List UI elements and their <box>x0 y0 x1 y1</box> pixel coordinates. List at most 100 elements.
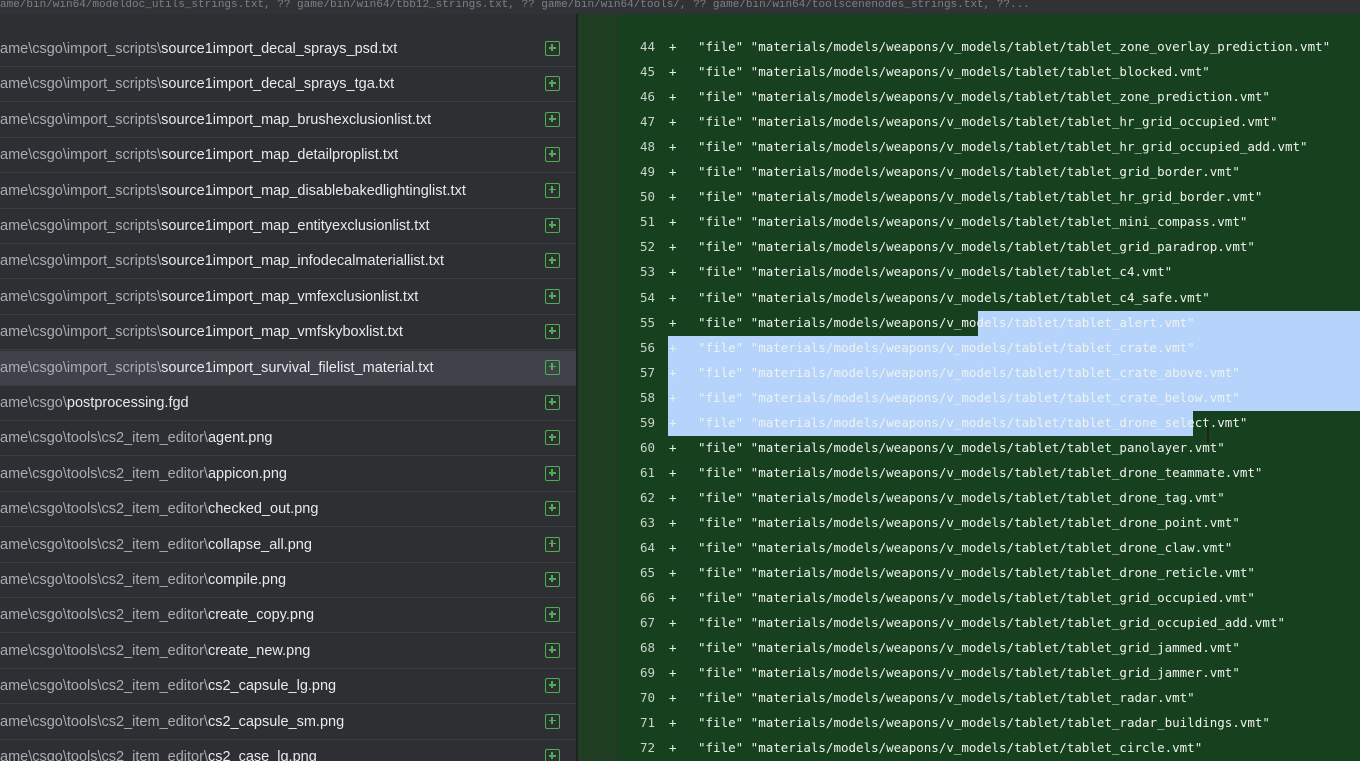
file-name: source1import_decal_sprays_tga.txt <box>161 76 395 93</box>
diff-line[interactable]: 63 + "file" "materials/models/weapons/v_mo… <box>620 510 1360 535</box>
diff-line[interactable]: 71 + "file" "materials/models/weapons/v_mo… <box>620 710 1360 735</box>
file-name: source1import_map_infodecalmateriallist.… <box>161 253 445 270</box>
file-list-item[interactable]: ame\csgo\tools\cs2_item_editor\cs2_case_… <box>0 740 576 761</box>
file-added-icon <box>545 111 560 127</box>
line-number: 46 <box>639 89 655 105</box>
file-list-item[interactable]: ame\csgo\import_scripts\source1import_ma… <box>0 315 576 351</box>
file-list-item[interactable]: ame\csgo\import_scripts\source1import_ma… <box>0 103 576 138</box>
file-directory: ame\csgo\tools\cs2_item_editor\ <box>0 749 208 761</box>
diff-view[interactable]: 44 + "file" "materials/models/weapons/v_mo… <box>620 14 1360 761</box>
file-path: ame\csgo\import_scripts\source1import_su… <box>0 351 520 385</box>
diff-line[interactable]: 52 + "file" "materials/models/weapons/v_mo… <box>620 234 1360 259</box>
diff-line[interactable]: 57 + "file" "materials/models/weapons/v_mo… <box>620 360 1360 385</box>
added-line-marker: + <box>669 540 677 555</box>
diff-line[interactable]: 65 + "file" "materials/models/weapons/v_mo… <box>620 560 1360 585</box>
file-added-icon <box>545 465 560 481</box>
file-list-item[interactable]: ame\csgo\tools\cs2_item_editor\collapse_… <box>0 528 576 563</box>
changed-files-list[interactable]: ame\csgo\import_scripts\ source1import_de… <box>0 14 576 761</box>
line-code: "file" "materials/models/weapons/v_model… <box>698 389 1240 405</box>
file-list-item[interactable]: ame\csgo\import_scripts\source1import_ma… <box>0 138 576 174</box>
line-number: 44 <box>639 39 655 54</box>
line-number: 52 <box>639 239 655 255</box>
file-list-item[interactable]: ame\csgo\import_scripts\source1import_de… <box>0 67 576 103</box>
added-line-marker: + <box>669 740 677 756</box>
diff-line[interactable]: 60 + "file" "materials/models/weapons/v_mo… <box>620 435 1360 460</box>
added-line-marker: + <box>669 339 677 355</box>
diff-line[interactable]: 64 + "file" "materials/models/weapons/v_mo… <box>620 535 1360 560</box>
line-number: 62 <box>639 489 655 505</box>
file-path: ame\csgo\tools\cs2_item_editor\collapse_… <box>0 528 520 562</box>
file-name: source1import_survival_filelist_material… <box>161 359 434 376</box>
file-list-item[interactable]: ame\csgo\tools\cs2_item_editor\appicon.p… <box>0 457 576 492</box>
added-line-marker: + <box>669 39 677 54</box>
file-list-item[interactable]: ame\csgo\postprocessing.fgd <box>0 386 576 421</box>
added-line-marker: + <box>669 615 677 631</box>
file-list-item[interactable]: ame\csgo\tools\cs2_item_editor\agent.png <box>0 421 576 457</box>
added-line-marker: + <box>669 690 677 706</box>
diff-line[interactable]: 46 + "file" "materials/models/weapons/v_mo… <box>620 84 1360 109</box>
line-code: "file" "materials/models/weapons/v_model… <box>698 464 1263 480</box>
diff-line[interactable]: 47 + "file" "materials/models/weapons/v_mo… <box>620 109 1360 134</box>
file-directory: ame\csgo\tools\cs2_item_editor\ <box>0 536 208 553</box>
file-name: create_new.png <box>207 642 311 659</box>
file-list-item[interactable]: ame\csgo\tools\cs2_item_editor\cs2_capsu… <box>0 669 576 705</box>
changes-summary-bar: ame/bin/win64/modeldoc_utils_strings.txt… <box>0 0 1360 14</box>
added-line-marker: + <box>669 189 677 205</box>
diff-line[interactable]: 48 + "file" "materials/models/weapons/v_mo… <box>620 134 1360 159</box>
diff-line[interactable]: 44 + "file" "materials/models/weapons/v_mo… <box>620 34 1360 59</box>
file-directory: ame\csgo\tools\cs2_item_editor\ <box>0 501 208 518</box>
line-code: "file" "materials/models/weapons/v_model… <box>698 640 1240 656</box>
file-list-item[interactable]: ame\csgo\tools\cs2_item_editor\checked_o… <box>0 492 576 528</box>
diff-line[interactable]: 49 + "file" "materials/models/weapons/v_mo… <box>620 159 1360 184</box>
diff-line[interactable]: 55 + "file" "materials/models/weapons/v_mo… <box>620 310 1360 335</box>
file-name: collapse_all.png <box>207 536 312 553</box>
line-code: "file" "materials/models/weapons/v_model… <box>698 289 1210 305</box>
diff-line[interactable]: 68 + "file" "materials/models/weapons/v_mo… <box>620 635 1360 660</box>
file-list-item[interactable]: ame\csgo\tools\cs2_item_editor\cs2_capsu… <box>0 705 576 740</box>
file-path: ame\csgo\tools\cs2_item_editor\checked_o… <box>0 492 520 526</box>
line-code: "file" "materials/models/weapons/v_model… <box>698 114 1278 130</box>
file-directory: ame\csgo\import_scripts\ <box>0 182 162 199</box>
diff-line[interactable]: 56 + "file" "materials/models/weapons/v_mo… <box>620 335 1360 360</box>
line-code: "file" "materials/models/weapons/v_model… <box>698 489 1225 505</box>
file-list-item[interactable]: ame\csgo\tools\cs2_item_editor\create_ne… <box>0 634 576 669</box>
diff-line[interactable]: 61 + "file" "materials/models/weapons/v_mo… <box>620 460 1360 485</box>
line-number: 58 <box>639 389 655 405</box>
file-list-item[interactable]: ame\csgo\import_scripts\source1import_ma… <box>0 209 576 244</box>
diff-line[interactable]: 50 + "file" "materials/models/weapons/v_mo… <box>620 184 1360 209</box>
file-directory: ame\csgo\ <box>0 395 67 411</box>
diff-line[interactable]: 62 + "file" "materials/models/weapons/v_mo… <box>620 485 1360 510</box>
text-cursor-icon <box>1207 425 1209 443</box>
file-list-item[interactable]: ame\csgo\import_scripts\source1import_ma… <box>0 244 576 280</box>
file-path: ame\csgo\import_scripts\source1import_ma… <box>0 209 520 243</box>
diff-line[interactable]: 70 + "file" "materials/models/weapons/v_mo… <box>620 685 1360 710</box>
diff-line[interactable]: 54 + "file" "materials/models/weapons/v_mo… <box>620 285 1360 310</box>
file-list-item[interactable]: ame\csgo\import_scripts\source1import_ma… <box>0 174 576 209</box>
file-name: source1import_decal_sprays_psd.txt <box>161 41 398 57</box>
file-list-item[interactable]: ame\csgo\tools\cs2_item_editor\create_co… <box>0 598 576 634</box>
diff-gutter <box>578 14 620 761</box>
diff-line[interactable]: 69 + "file" "materials/models/weapons/v_mo… <box>620 660 1360 685</box>
file-path: ame\csgo\tools\cs2_item_editor\cs2_capsu… <box>0 669 520 703</box>
diff-line[interactable]: 67 + "file" "materials/models/weapons/v_mo… <box>620 610 1360 635</box>
added-line-marker: + <box>669 289 677 305</box>
added-line-marker: + <box>669 164 677 180</box>
file-list-item[interactable]: ame\csgo\import_scripts\source1import_su… <box>0 350 576 386</box>
file-added-icon <box>545 501 560 517</box>
line-number: 66 <box>639 590 655 606</box>
file-added-icon <box>545 182 560 198</box>
file-added-icon <box>545 678 560 694</box>
changes-summary-text: ame/bin/win64/modeldoc_utils_strings.txt… <box>0 0 1030 11</box>
diff-line[interactable]: 45 + "file" "materials/models/weapons/v_mo… <box>620 59 1360 84</box>
diff-line[interactable]: 72 + "file" "materials/models/weapons/v_mo… <box>620 735 1360 760</box>
file-list-item[interactable]: ame\csgo\import_scripts\source1import_de… <box>0 32 576 67</box>
file-name: postprocessing.fgd <box>66 395 189 411</box>
diff-line[interactable]: 51 + "file" "materials/models/weapons/v_mo… <box>620 209 1360 234</box>
file-name: create_copy.png <box>207 607 315 624</box>
file-list-item[interactable]: ame\csgo\import_scripts\source1import_ma… <box>0 280 576 315</box>
diff-line[interactable]: 59 + "file" "materials/models/weapons/v_mo… <box>620 410 1360 435</box>
diff-line[interactable]: 66 + "file" "materials/models/weapons/v_mo… <box>620 585 1360 610</box>
diff-line[interactable]: 58 + "file" "materials/models/weapons/v_mo… <box>620 385 1360 410</box>
diff-line[interactable]: 53 + "file" "materials/models/weapons/v_mo… <box>620 259 1360 284</box>
file-list-item[interactable]: ame\csgo\tools\cs2_item_editor\compile.p… <box>0 563 576 598</box>
